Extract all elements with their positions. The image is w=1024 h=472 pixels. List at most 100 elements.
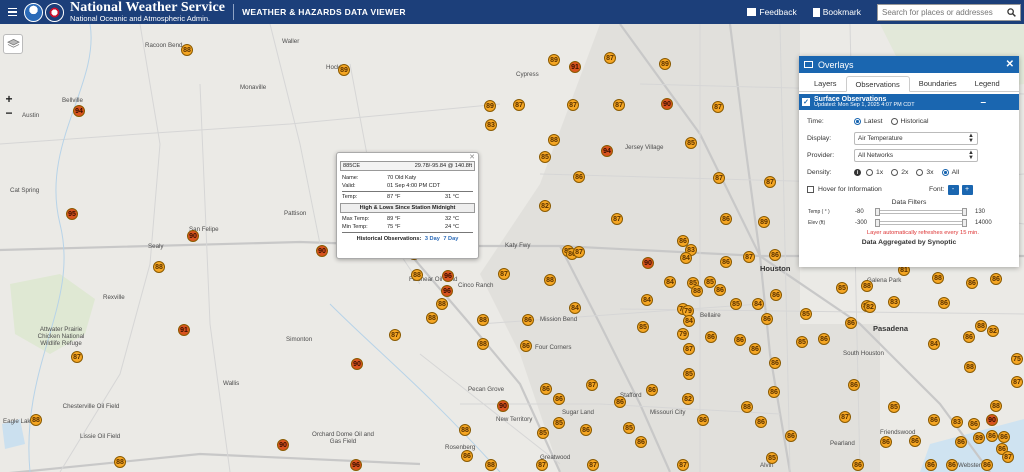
observation-marker[interactable]: 86 xyxy=(955,436,967,448)
observation-marker[interactable]: 89 xyxy=(758,216,770,228)
observation-marker[interactable]: 87 xyxy=(611,213,623,225)
observation-marker[interactable]: 86 xyxy=(785,430,797,442)
observation-marker[interactable]: 86 xyxy=(909,435,921,447)
observation-marker[interactable]: 86 xyxy=(749,343,761,355)
observation-marker[interactable]: 86 xyxy=(522,314,534,326)
observation-marker[interactable]: 85 xyxy=(683,368,695,380)
observation-marker[interactable]: 95 xyxy=(66,208,78,220)
feedback-button[interactable]: Feedback xyxy=(747,7,797,17)
observation-marker[interactable]: 87 xyxy=(586,379,598,391)
observation-marker[interactable]: 84 xyxy=(664,276,676,288)
observation-marker[interactable]: 86 xyxy=(769,249,781,261)
observation-marker[interactable]: 88 xyxy=(411,269,423,281)
observation-marker[interactable]: 84 xyxy=(928,338,940,350)
observation-marker[interactable]: 86 xyxy=(845,317,857,329)
search-input[interactable] xyxy=(878,4,1002,20)
tab-observations[interactable]: Observations xyxy=(845,76,910,92)
observation-marker[interactable]: 84 xyxy=(752,298,764,310)
info-icon[interactable]: i xyxy=(854,169,861,176)
observation-marker[interactable]: 89 xyxy=(973,432,985,444)
observation-marker[interactable]: 94 xyxy=(601,145,613,157)
observation-marker[interactable]: 90 xyxy=(986,414,998,426)
zoom-in-button[interactable]: + xyxy=(2,92,16,106)
observation-marker[interactable]: 88 xyxy=(990,400,1002,412)
map-canvas[interactable]: Waller Monaville Hockley Racoon Bend Bellvil… xyxy=(0,24,1024,472)
observation-marker[interactable]: 84 xyxy=(680,252,692,264)
observation-marker[interactable]: 89 xyxy=(484,100,496,112)
slider-handle-max[interactable] xyxy=(962,218,967,227)
observation-marker[interactable]: 85 xyxy=(539,151,551,163)
observation-marker[interactable]: 88 xyxy=(436,298,448,310)
observation-marker[interactable]: 86 xyxy=(998,431,1010,443)
observation-marker[interactable]: 88 xyxy=(861,280,873,292)
observation-marker[interactable]: 86 xyxy=(573,171,585,183)
observation-marker[interactable]: 86 xyxy=(986,430,998,442)
observation-marker[interactable]: 87 xyxy=(1011,376,1023,388)
observation-marker[interactable]: 90 xyxy=(316,245,328,257)
observation-marker[interactable]: 86 xyxy=(768,386,780,398)
observation-marker[interactable]: 86 xyxy=(646,384,658,396)
font-increase-button[interactable]: + xyxy=(961,184,973,195)
observation-marker[interactable]: 83 xyxy=(485,119,497,131)
observation-marker[interactable]: 87 xyxy=(71,351,83,363)
slider-handle-min[interactable] xyxy=(875,207,880,216)
observation-marker[interactable]: 88 xyxy=(114,456,126,468)
observation-marker[interactable]: 87 xyxy=(498,268,510,280)
observation-marker[interactable]: 87 xyxy=(604,52,616,64)
observation-marker[interactable]: 90 xyxy=(187,230,199,242)
observation-marker[interactable]: 90 xyxy=(661,98,673,110)
menu-icon[interactable] xyxy=(3,0,21,24)
observation-marker[interactable]: 87 xyxy=(677,459,689,471)
observation-marker[interactable]: 96 xyxy=(442,270,454,282)
observation-marker[interactable]: 86 xyxy=(705,331,717,343)
observation-marker[interactable]: 82 xyxy=(864,301,876,313)
observation-marker[interactable]: 86 xyxy=(966,277,978,289)
observation-marker[interactable]: 86 xyxy=(714,284,726,296)
observation-marker[interactable]: 86 xyxy=(461,450,473,462)
observation-marker[interactable]: 87 xyxy=(389,329,401,341)
observation-marker[interactable]: 86 xyxy=(818,333,830,345)
time-historical-radio[interactable]: Historical xyxy=(890,118,928,125)
observation-marker[interactable]: 94 xyxy=(73,105,85,117)
tab-boundaries[interactable]: Boundaries xyxy=(910,76,966,91)
observation-marker[interactable]: 87 xyxy=(573,246,585,258)
observation-marker[interactable]: 75 xyxy=(1011,353,1023,365)
observation-marker[interactable]: 96 xyxy=(350,459,362,471)
slider-handle-max[interactable] xyxy=(962,207,967,216)
observation-marker[interactable]: 87 xyxy=(712,101,724,113)
observation-marker[interactable]: 86 xyxy=(734,334,746,346)
hover-checkbox[interactable] xyxy=(807,186,814,193)
observation-marker[interactable]: 88 xyxy=(485,459,497,471)
observation-marker[interactable]: 88 xyxy=(477,338,489,350)
observation-marker[interactable]: 87 xyxy=(839,411,851,423)
observation-marker[interactable]: 83 xyxy=(888,296,900,308)
observation-marker[interactable]: 86 xyxy=(848,379,860,391)
observation-marker[interactable]: 87 xyxy=(764,176,776,188)
observation-marker[interactable]: 84 xyxy=(683,315,695,327)
observation-marker[interactable]: 86 xyxy=(540,383,552,395)
observation-marker[interactable]: 88 xyxy=(741,401,753,413)
observation-marker[interactable]: 86 xyxy=(755,416,767,428)
observation-marker[interactable]: 88 xyxy=(544,274,556,286)
bookmark-button[interactable]: Bookmark xyxy=(812,7,861,17)
observation-marker[interactable]: 88 xyxy=(477,314,489,326)
observation-marker[interactable]: 88 xyxy=(153,261,165,273)
observation-marker[interactable]: 88 xyxy=(932,272,944,284)
observation-marker[interactable]: 82 xyxy=(539,200,551,212)
display-select[interactable]: Air Temperature ▲ ▼ xyxy=(854,132,978,145)
observation-marker[interactable]: 90 xyxy=(642,257,654,269)
tab-layers[interactable]: Layers xyxy=(805,76,846,91)
search-icon[interactable] xyxy=(1002,5,1020,20)
observation-marker[interactable]: 87 xyxy=(587,459,599,471)
observation-marker[interactable]: 85 xyxy=(685,137,697,149)
elev-filter-slider[interactable] xyxy=(875,218,967,227)
observation-marker[interactable]: 96 xyxy=(441,285,453,297)
observation-marker[interactable]: 86 xyxy=(963,331,975,343)
observation-marker[interactable]: 87 xyxy=(1002,451,1014,463)
observation-marker[interactable]: 85 xyxy=(766,452,778,464)
density-all-radio[interactable]: All xyxy=(941,169,959,176)
observation-marker[interactable]: 86 xyxy=(635,436,647,448)
observation-marker[interactable]: 86 xyxy=(553,393,565,405)
observation-marker[interactable]: 86 xyxy=(946,459,958,471)
observation-marker[interactable]: 89 xyxy=(338,64,350,76)
